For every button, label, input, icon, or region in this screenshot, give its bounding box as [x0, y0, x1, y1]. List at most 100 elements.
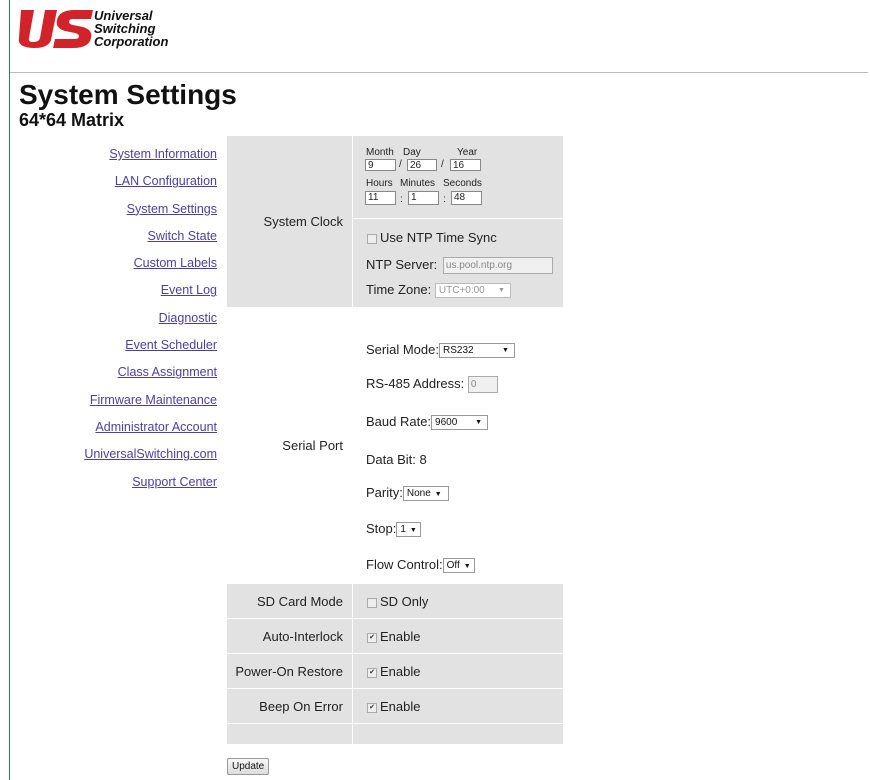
chevron-down-icon: ▼ [409, 527, 417, 535]
date-separator: / [399, 159, 402, 170]
minutes-label: Minutes [400, 178, 436, 189]
beep-on-error-option: ✔ Enable [367, 699, 420, 714]
nav-system-information[interactable]: System Information [60, 147, 217, 174]
nav-administrator-account[interactable]: Administrator Account [60, 420, 217, 447]
parity-row: Parity: None ▼ [366, 485, 449, 502]
parity-value: None [406, 488, 431, 500]
rs485-address-input[interactable]: 0 [467, 376, 498, 394]
sd-only-label: SD Only [380, 594, 429, 609]
sd-only-option: SD Only [367, 594, 428, 609]
row-divider [227, 653, 563, 654]
header-divider [10, 72, 868, 73]
rs485-address-label: RS-485 Address: [366, 376, 465, 391]
page-title: System Settings [19, 79, 237, 110]
chevron-down-icon: ▼ [502, 347, 509, 355]
power-on-restore-label: Power-On Restore [235, 664, 343, 679]
column-divider [352, 136, 353, 307]
power-on-restore-option: ✔ Enable [367, 664, 420, 679]
row-divider [353, 218, 563, 219]
sd-only-checkbox[interactable] [367, 597, 377, 608]
beep-on-error-label: Beep On Error [259, 699, 343, 714]
system-clock-label: System Clock [263, 214, 343, 229]
hours-label: Hours [366, 178, 393, 189]
time-zone-row: Time Zone: UTC+0:00 ▼ [366, 282, 511, 299]
logo-line: Corporation [94, 34, 169, 49]
serial-port-label: Serial Port [282, 438, 343, 453]
auto-interlock-enable-label: Enable [380, 629, 421, 644]
auto-interlock-label: Auto-Interlock [262, 629, 343, 644]
date-separator: / [441, 159, 444, 170]
row-divider [227, 688, 563, 689]
month-label: Month [366, 147, 394, 158]
time-zone-select[interactable]: UTC+0:00 ▼ [434, 283, 511, 299]
baud-rate-select[interactable]: 9600 ▼ [431, 415, 489, 431]
nav-lan-configuration[interactable]: LAN Configuration [60, 174, 217, 201]
baud-rate-row: Baud Rate: 9600 ▼ [366, 414, 489, 431]
seconds-input[interactable]: 48 [451, 191, 482, 205]
chevron-down-icon: ▼ [497, 287, 505, 295]
nav-firmware-maintenance[interactable]: Firmware Maintenance [60, 393, 217, 420]
ntp-sync-checkbox[interactable] [367, 233, 377, 244]
serial-mode-value: RS232 [442, 345, 474, 357]
nav-event-log[interactable]: Event Log [60, 283, 217, 310]
checkmark-icon[interactable]: ✔ [367, 632, 377, 643]
flow-control-select[interactable]: Off ▼ [442, 558, 475, 574]
parity-select[interactable]: None ▼ [402, 486, 449, 502]
nav-diagnostic[interactable]: Diagnostic [60, 311, 217, 338]
ntp-server-input[interactable]: us.pool.ntp.org [442, 257, 553, 275]
serial-mode-select[interactable]: RS232 ▼ [438, 343, 515, 359]
left-border [9, 0, 10, 780]
nav-class-assignment[interactable]: Class Assignment [60, 365, 217, 392]
year-input[interactable]: 16 [450, 159, 481, 171]
sidebar-nav: System Information LAN Configuration Sys… [60, 147, 217, 502]
year-label: Year [457, 147, 478, 158]
month-input[interactable]: 9 [365, 159, 396, 171]
chevron-down-icon: ▼ [434, 491, 442, 499]
ntp-server-label: NTP Server: [366, 257, 438, 272]
minutes-input[interactable]: 1 [408, 191, 439, 205]
ntp-sync-option: Use NTP Time Sync [367, 230, 497, 245]
flow-control-label: Flow Control: [366, 557, 443, 572]
baud-rate-value: 9600 [435, 417, 458, 429]
rs485-address-row: RS-485 Address: 0 [366, 376, 498, 394]
chevron-down-icon: ▼ [463, 563, 471, 571]
company-logo: Universal Switching Corporation [17, 5, 187, 60]
day-label: Day [403, 147, 421, 158]
checkmark-icon[interactable]: ✔ [367, 667, 377, 678]
flow-control-row: Flow Control: Off ▼ [366, 557, 475, 574]
update-button[interactable]: Update [227, 758, 270, 775]
nav-support-center[interactable]: Support Center [60, 475, 217, 502]
stop-value: 1 [400, 524, 406, 536]
hours-input[interactable]: 11 [365, 191, 396, 205]
nav-switch-state[interactable]: Switch State [60, 229, 217, 256]
ntp-server-row: NTP Server: us.pool.ntp.org [366, 257, 553, 275]
us-logo-mark-icon [18, 10, 93, 48]
sd-card-mode-label: SD Card Mode [257, 594, 343, 609]
auto-interlock-option: ✔ Enable [367, 629, 420, 644]
baud-rate-label: Baud Rate: [366, 414, 432, 429]
beep-on-error-enable-label: Enable [380, 699, 421, 714]
row-divider [227, 723, 563, 724]
page-subtitle: 64*64 Matrix [19, 110, 125, 130]
flow-control-value: Off [446, 560, 460, 572]
seconds-label: Seconds [443, 178, 482, 189]
parity-label: Parity: [366, 485, 403, 500]
day-input[interactable]: 26 [407, 159, 437, 171]
chevron-down-icon: ▼ [475, 419, 483, 427]
power-on-restore-enable-label: Enable [380, 664, 421, 679]
nav-universalswitching-link[interactable]: UniversalSwitching.com [60, 447, 217, 474]
nav-event-scheduler[interactable]: Event Scheduler [60, 338, 217, 365]
data-bit-text: Data Bit: 8 [366, 452, 427, 467]
serial-mode-label: Serial Mode: [366, 342, 439, 357]
stop-select[interactable]: 1 ▼ [396, 522, 421, 538]
ntp-sync-label: Use NTP Time Sync [380, 230, 497, 245]
serial-mode-row: Serial Mode: RS232 ▼ [366, 342, 515, 359]
checkmark-icon[interactable]: ✔ [367, 702, 377, 713]
nav-custom-labels[interactable]: Custom Labels [60, 256, 217, 283]
time-separator: : [443, 194, 446, 205]
stop-label: Stop: [366, 521, 397, 536]
nav-system-settings[interactable]: System Settings [60, 202, 217, 229]
time-zone-label: Time Zone: [366, 282, 432, 297]
time-separator: : [400, 194, 403, 205]
row-divider [227, 618, 563, 619]
